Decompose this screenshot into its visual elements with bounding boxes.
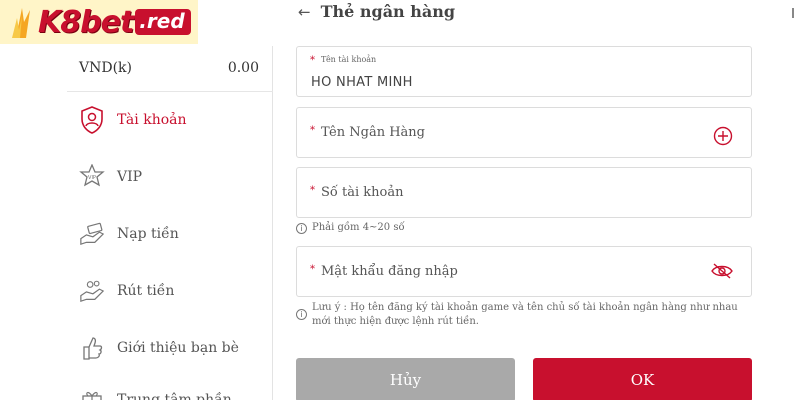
brand-logo[interactable]: K8bet .red <box>0 0 198 44</box>
sidebar-item-deposit[interactable]: Nạp tiền <box>79 216 269 252</box>
account-name-label: * Tên tài khoản <box>310 55 377 66</box>
sidebar-item-vip[interactable]: VIP VIP <box>79 159 269 195</box>
logo-tld-text: .red <box>135 9 191 35</box>
divider <box>67 91 273 92</box>
sidebar-item-label: VIP <box>117 169 143 185</box>
bank-name-field[interactable]: * Tên Ngân Hàng <box>296 107 752 158</box>
deposit-hand-icon <box>79 220 105 248</box>
sidebar-item-account[interactable]: Tài khoản <box>79 102 269 138</box>
info-icon: i <box>296 223 307 234</box>
sidebar-item-label: Tài khoản <box>117 112 187 128</box>
account-name-field[interactable]: * Tên tài khoản HO NHAT MINH <box>296 46 752 97</box>
password-placeholder: * Mật khẩu đăng nhập <box>310 264 458 279</box>
sidebar-item-withdraw[interactable]: Rút tiền <box>79 273 269 309</box>
svg-text:VIP: VIP <box>88 175 96 181</box>
page-header: ← Thẻ ngân hàng <box>298 2 455 21</box>
sidebar: VND(k) 0.00 Tài khoản VIP VIP Nạp tiền R… <box>67 46 273 400</box>
gift-icon <box>79 386 105 400</box>
page-title: Thẻ ngân hàng <box>320 2 456 21</box>
withdraw-hand-icon <box>79 277 105 305</box>
sidebar-item-rewards[interactable]: Trung tâm phần <box>79 382 269 400</box>
scrollbar[interactable] <box>792 8 794 18</box>
account-number-field[interactable]: * Số tài khoản <box>296 167 752 218</box>
cancel-button[interactable]: Hủy <box>296 358 515 400</box>
balance-amount: 0.00 <box>227 60 259 76</box>
account-number-hint: i Phải gồm 4~20 số <box>296 222 405 234</box>
balance-row: VND(k) 0.00 <box>79 60 259 82</box>
balance-currency: VND(k) <box>79 60 132 76</box>
flame-icon <box>12 8 30 38</box>
account-number-placeholder: * Số tài khoản <box>310 185 404 200</box>
vip-star-icon: VIP <box>79 163 105 191</box>
sidebar-item-label: Trung tâm phần <box>117 392 232 400</box>
sidebar-item-label: Giới thiệu bạn bè <box>117 340 239 356</box>
ok-button[interactable]: OK <box>533 358 752 400</box>
add-circle-icon[interactable] <box>713 126 733 150</box>
eye-hidden-icon[interactable] <box>711 262 733 284</box>
account-name-value: HO NHAT MINH <box>311 75 413 90</box>
info-icon: i <box>296 309 307 320</box>
back-arrow-icon[interactable]: ← <box>298 3 311 21</box>
sidebar-item-label: Nạp tiền <box>117 226 179 242</box>
shield-user-icon <box>79 106 105 134</box>
logo-brand-text: K8bet <box>38 4 134 40</box>
bank-name-placeholder: * Tên Ngân Hàng <box>310 125 425 140</box>
sidebar-item-label: Rút tiền <box>117 283 175 299</box>
withdraw-note: i Lưu ý : Họ tên đăng ký tài khoản game … <box>296 301 746 329</box>
password-field[interactable]: * Mật khẩu đăng nhập <box>296 246 752 297</box>
sidebar-item-referral[interactable]: Giới thiệu bạn bè <box>79 330 269 366</box>
thumbs-up-icon <box>79 334 105 362</box>
